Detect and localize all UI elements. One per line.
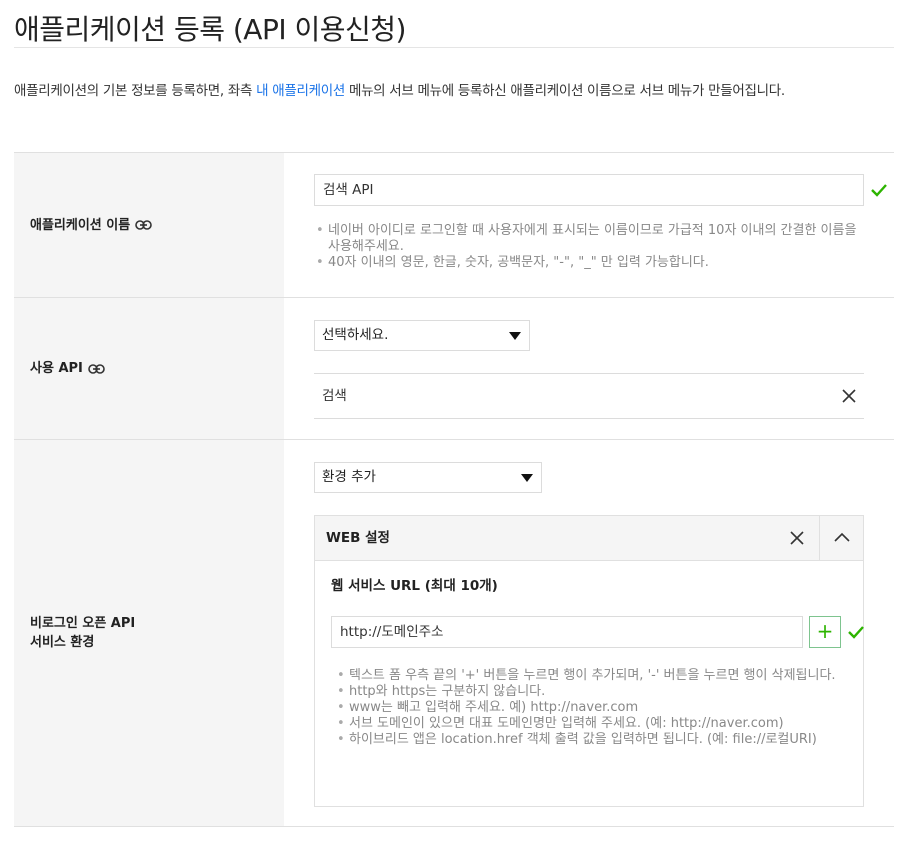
web-url-title: 웹 서비스 URL (최대 10개) bbox=[331, 578, 498, 594]
hint-item: 40자 이내의 영문, 한글, 숫자, 공백문자, "-", "_" 만 입력 … bbox=[314, 255, 859, 271]
api-item: 검색 bbox=[314, 373, 864, 419]
chevron-up-icon bbox=[834, 532, 850, 542]
web-url-hints: 텍스트 폼 우측 끝의 '+' 버튼을 누르면 행이 추가되며, '-' 버튼을… bbox=[335, 668, 845, 748]
env-add-select[interactable]: 환경 추가 bbox=[314, 462, 542, 493]
service-env-row: 비로그인 오픈 API 서비스 환경 환경 추가 WEB 설정 웹 서비스 UR… bbox=[14, 440, 894, 827]
web-settings-title: WEB 설정 bbox=[326, 530, 390, 546]
app-name-header: 애플리케이션 이름 bbox=[14, 153, 284, 297]
title-divider bbox=[14, 47, 894, 48]
dropdown-arrow-icon bbox=[521, 474, 533, 482]
collapse-button[interactable] bbox=[819, 516, 863, 560]
app-name-hints: 네이버 아이디로 로그인할 때 사용자에게 표시되는 이름이므로 가급적 10자… bbox=[314, 223, 859, 271]
valid-check-icon bbox=[848, 626, 864, 639]
add-url-button[interactable]: + bbox=[809, 616, 841, 648]
web-settings-panel: WEB 설정 웹 서비스 URL (최대 10개) http://도메인주소 + bbox=[314, 515, 864, 807]
page-description: 애플리케이션의 기본 정보를 등록하면, 좌측 내 애플리케이션 메뉴의 서브 … bbox=[14, 83, 785, 99]
env-select-value: 환경 추가 bbox=[322, 469, 376, 485]
app-name-input[interactable]: 검색 API bbox=[314, 174, 864, 206]
close-icon[interactable] bbox=[790, 531, 804, 545]
api-row: 사용 API 선택하세요. 검색 bbox=[14, 298, 894, 440]
api-item-label: 검색 bbox=[322, 388, 347, 404]
service-env-header: 비로그인 오픈 API 서비스 환경 bbox=[14, 440, 284, 826]
api-select-value: 선택하세요. bbox=[322, 327, 389, 343]
service-env-label: 비로그인 오픈 API 서비스 환경 bbox=[30, 616, 136, 650]
hint-item: www는 빼고 입력해 주세요. 예) http://naver.com bbox=[335, 700, 845, 716]
remove-api-icon[interactable] bbox=[842, 389, 856, 403]
hint-item: 텍스트 폼 우측 끝의 '+' 버튼을 누르면 행이 추가되며, '-' 버튼을… bbox=[335, 668, 845, 684]
hint-item: 하이브리드 앱은 location.href 객체 출력 값을 입력하면 됩니다… bbox=[335, 732, 845, 748]
hint-item: 네이버 아이디로 로그인할 때 사용자에게 표시되는 이름이므로 가급적 10자… bbox=[314, 223, 859, 255]
app-name-row: 애플리케이션 이름 검색 API 네이버 아이디로 로그인할 때 사용자에게 표… bbox=[14, 153, 894, 298]
api-select[interactable]: 선택하세요. bbox=[314, 320, 530, 351]
web-url-input[interactable]: http://도메인주소 bbox=[331, 616, 803, 648]
web-settings-header: WEB 설정 bbox=[315, 516, 863, 561]
api-header: 사용 API bbox=[14, 298, 284, 439]
registration-form: 애플리케이션 이름 검색 API 네이버 아이디로 로그인할 때 사용자에게 표… bbox=[14, 152, 894, 827]
dropdown-arrow-icon bbox=[509, 332, 521, 340]
hint-item: 서브 도메인이 있으면 대표 도메인명만 입력해 주세요. (예: http:/… bbox=[335, 716, 845, 732]
link-icon[interactable] bbox=[88, 363, 105, 374]
my-applications-link[interactable]: 내 애플리케이션 bbox=[256, 83, 345, 99]
valid-check-icon bbox=[871, 184, 887, 197]
link-icon[interactable] bbox=[135, 220, 153, 230]
page-title: 애플리케이션 등록 (API 이용신청) bbox=[14, 13, 406, 46]
app-name-label: 애플리케이션 이름 bbox=[30, 217, 131, 233]
api-label: 사용 API bbox=[30, 361, 83, 376]
hint-item: http와 https는 구분하지 않습니다. bbox=[335, 684, 845, 700]
